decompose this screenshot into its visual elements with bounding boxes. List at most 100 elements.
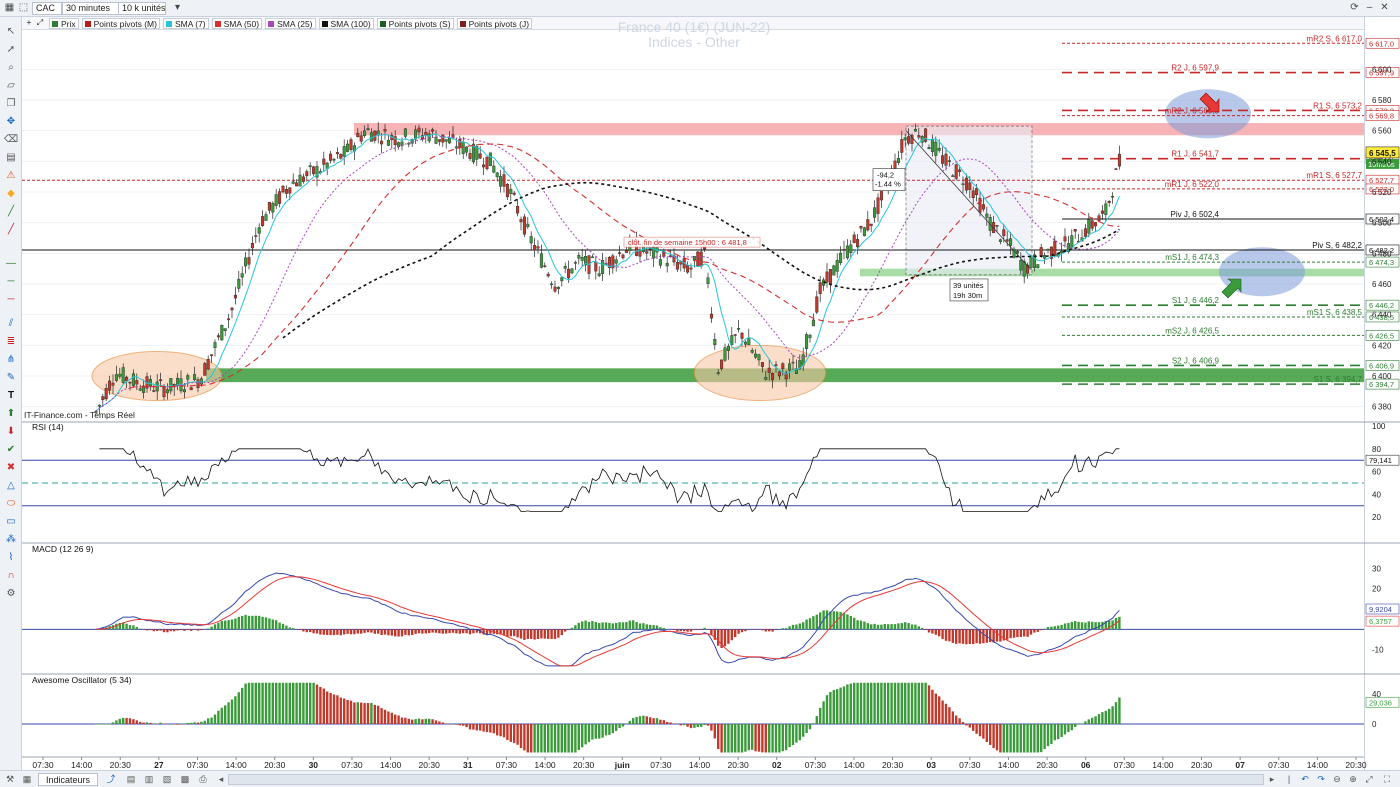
macd-histogram-bar [863, 621, 866, 630]
zoom-in-icon[interactable]: ⊕ [1346, 773, 1360, 786]
price-tick-label: 6 520 [1372, 188, 1392, 197]
ao-bar [808, 724, 812, 730]
macd-histogram-bar [468, 629, 472, 635]
candle-body [998, 239, 1002, 242]
macd-histogram-bar [1057, 625, 1060, 630]
macd-histogram-bar [264, 617, 268, 630]
candle-body [264, 214, 268, 221]
time-label: 14:00 [689, 760, 711, 770]
macd-histogram-bar [659, 627, 662, 630]
table-icon[interactable]: ▦ [20, 773, 34, 786]
ao-bar [261, 682, 264, 724]
time-scrollbar[interactable] [228, 774, 1264, 785]
redo-icon[interactable]: ↷ [1314, 773, 1328, 786]
macd-histogram-bar [1016, 629, 1019, 638]
share-icon[interactable]: ⤴ [104, 773, 118, 786]
candle-body [196, 379, 200, 389]
macd-histogram-bar [604, 622, 608, 630]
scroll-right-icon[interactable]: ▸ [1266, 773, 1278, 786]
candle-body [601, 260, 605, 274]
ao-bar [523, 724, 526, 751]
candle-body [658, 259, 662, 266]
candle-body [383, 129, 387, 132]
time-label: 20:30 [1191, 760, 1213, 770]
ao-bar [910, 682, 914, 724]
pivot-label: S2 J, 6 406,9 [1172, 356, 1220, 365]
undo-icon[interactable]: ↶ [1298, 773, 1312, 786]
ao-bar [230, 699, 234, 724]
price-tick-label: 6 480 [1372, 249, 1392, 258]
macd-histogram-bar [159, 629, 162, 631]
macd-histogram-bar [254, 615, 257, 630]
ao-title: Awesome Oscillator (5 34) [32, 675, 132, 685]
macd-histogram-bar [768, 629, 771, 632]
macd-histogram-bar [635, 621, 638, 630]
time-label: 06 [1081, 760, 1091, 770]
ao-bar [445, 723, 448, 724]
candle-body [536, 246, 540, 249]
macd-histogram-bar [717, 629, 720, 646]
grid-icon[interactable]: ▤ [124, 773, 138, 786]
ao-bar [288, 682, 291, 724]
compare-icon[interactable]: ▧ [160, 773, 174, 786]
ao-bar [1101, 712, 1104, 724]
macd-histogram-bar [740, 629, 744, 633]
ao-bar [424, 718, 427, 724]
macd-histogram-bar [179, 629, 183, 631]
candle-body [298, 174, 302, 187]
macd-histogram-bar [1043, 628, 1046, 630]
candle-body [573, 262, 577, 264]
candle-body [512, 192, 516, 195]
chart-type-icon[interactable]: ▥ [142, 773, 156, 786]
ao-bar [438, 721, 441, 724]
ao-bar [1077, 724, 1080, 725]
macd-histogram-bar [332, 629, 336, 636]
ao-bar [649, 717, 652, 724]
ao-bar [295, 682, 298, 724]
ao-bar [213, 714, 217, 724]
macd-histogram-bar [846, 614, 849, 630]
ao-bar [98, 724, 101, 725]
macd-histogram-bar [176, 629, 179, 631]
chart-canvas[interactable]: mR2 S, 6 617,06 617,0R2 J, 6 597,96 597,… [0, 0, 1400, 770]
ao-bar [540, 724, 543, 753]
macd-histogram-bar [305, 629, 308, 633]
candle-body [706, 277, 710, 284]
print-icon[interactable]: ⎙ [196, 773, 210, 786]
candle-body [985, 213, 989, 218]
ao-bar [584, 724, 587, 745]
candle-body [839, 252, 843, 264]
tools-icon[interactable]: ⚒ [3, 773, 17, 786]
zoom-out-icon[interactable]: ⊖ [1330, 773, 1344, 786]
macd-histogram-bar [278, 622, 281, 630]
candle-body [1043, 254, 1047, 259]
time-label: 20:30 [110, 760, 132, 770]
template-icon[interactable]: ▩ [178, 773, 192, 786]
macd-histogram-bar [523, 629, 526, 640]
indicators-button[interactable]: Indicateurs [38, 773, 98, 786]
ao-bar [149, 722, 152, 724]
candle-body [458, 138, 462, 148]
zoom-fit-icon[interactable]: ⤢ [1362, 773, 1376, 786]
ao-bar [458, 724, 461, 726]
macd-histogram-bar [193, 629, 196, 630]
fullscreen-icon[interactable]: ⛶ [1380, 773, 1394, 786]
ao-bar [156, 723, 159, 724]
candle-body [614, 259, 618, 264]
scroll-left-icon[interactable]: ◂ [214, 773, 228, 786]
ao-bar [825, 695, 829, 724]
ao-bar [645, 716, 648, 724]
macd-histogram-bar [615, 622, 618, 630]
ao-bar [968, 724, 971, 728]
macd-histogram-bar [428, 629, 431, 634]
rsi-tick: 20 [1372, 513, 1381, 522]
macd-histogram-bar [1012, 629, 1016, 638]
macd-histogram-bar [397, 629, 400, 637]
macd-histogram-bar [693, 629, 696, 630]
ao-bar [227, 702, 230, 724]
candle-body [220, 325, 224, 341]
candle-body [740, 332, 744, 339]
ao-bar [557, 724, 560, 753]
macd-histogram-bar [533, 629, 536, 640]
macd-histogram-bar [662, 627, 665, 630]
